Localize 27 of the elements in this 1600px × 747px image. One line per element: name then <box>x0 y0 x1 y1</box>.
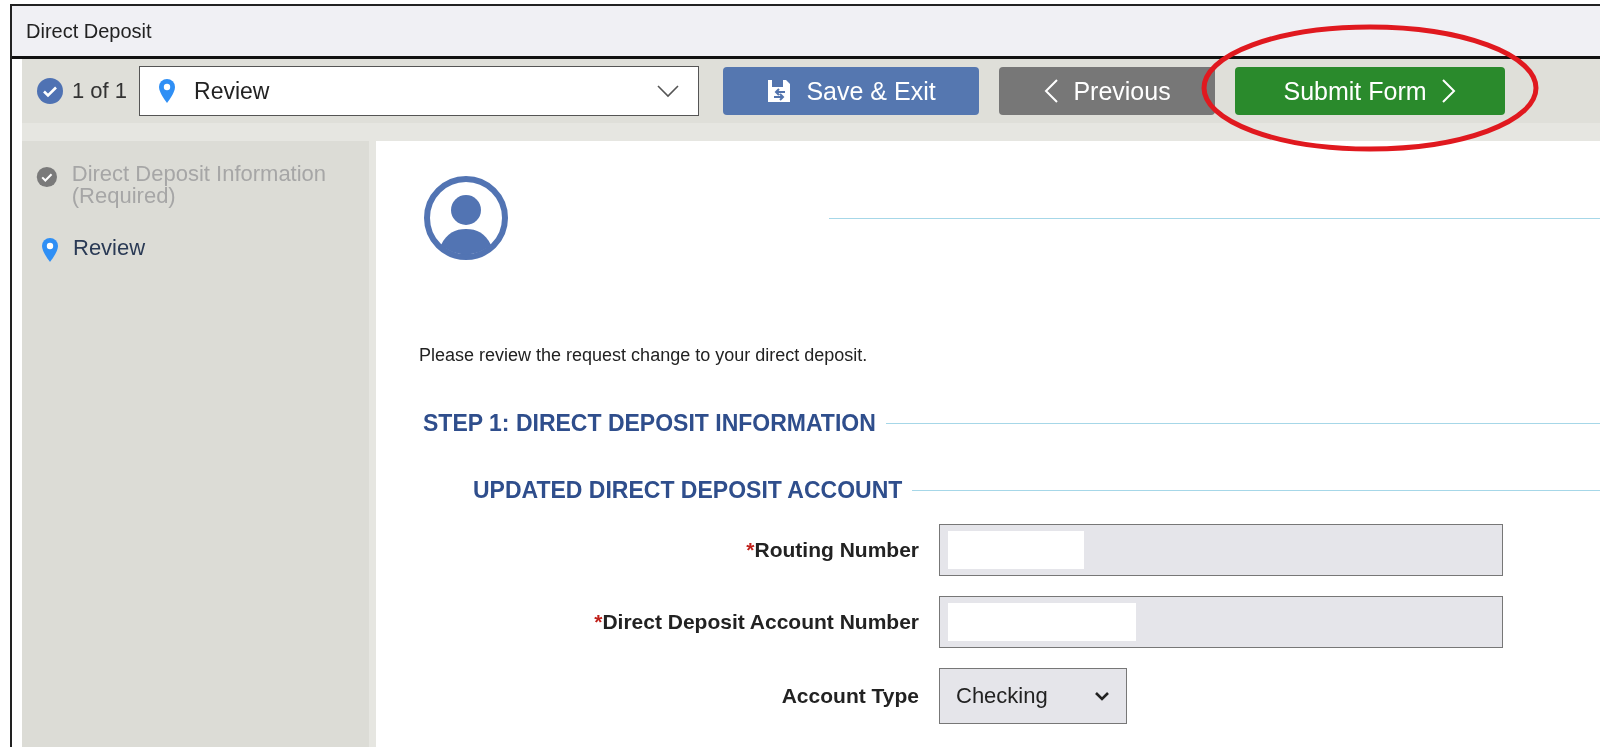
required-asterisk: * <box>594 610 603 633</box>
window-title: Direct Deposit <box>26 19 152 43</box>
check-circle-icon <box>36 77 64 105</box>
location-pin-icon <box>158 78 177 104</box>
field-label: Routing Number <box>754 538 919 561</box>
sidebar-item[interactable]: Review <box>73 237 146 259</box>
save-button[interactable]: Save & Exit <box>723 67 980 115</box>
submit-button[interactable]: Submit Form <box>1235 67 1506 115</box>
chevron-right-icon <box>1440 78 1457 104</box>
field-label: Account Type <box>781 684 919 707</box>
save-icon <box>766 78 793 104</box>
chevron-down-icon <box>656 84 681 98</box>
user-avatar-icon <box>423 175 509 261</box>
chevron-down-icon <box>1094 691 1110 701</box>
step-select[interactable]: Review <box>139 66 700 116</box>
previous-button[interactable]: Previous <box>999 67 1216 115</box>
progress-count: 1 of 1 <box>72 78 128 104</box>
section-heading: UPDATED DIRECT DEPOSIT ACCOUNT <box>473 477 903 504</box>
location-pin-icon <box>41 237 59 263</box>
intro-text: Please review the request change to your direct deposit. <box>419 345 869 366</box>
chevron-left-icon <box>1043 78 1060 104</box>
input-field[interactable] <box>939 524 1503 576</box>
account-type-select[interactable]: Checking <box>939 668 1127 724</box>
field-label: Direct Deposit Account Number <box>602 610 919 633</box>
step-heading: STEP 1: DIRECT DEPOSIT INFORMATION <box>423 410 876 437</box>
input-field[interactable] <box>939 596 1503 648</box>
required-asterisk: * <box>746 538 755 561</box>
